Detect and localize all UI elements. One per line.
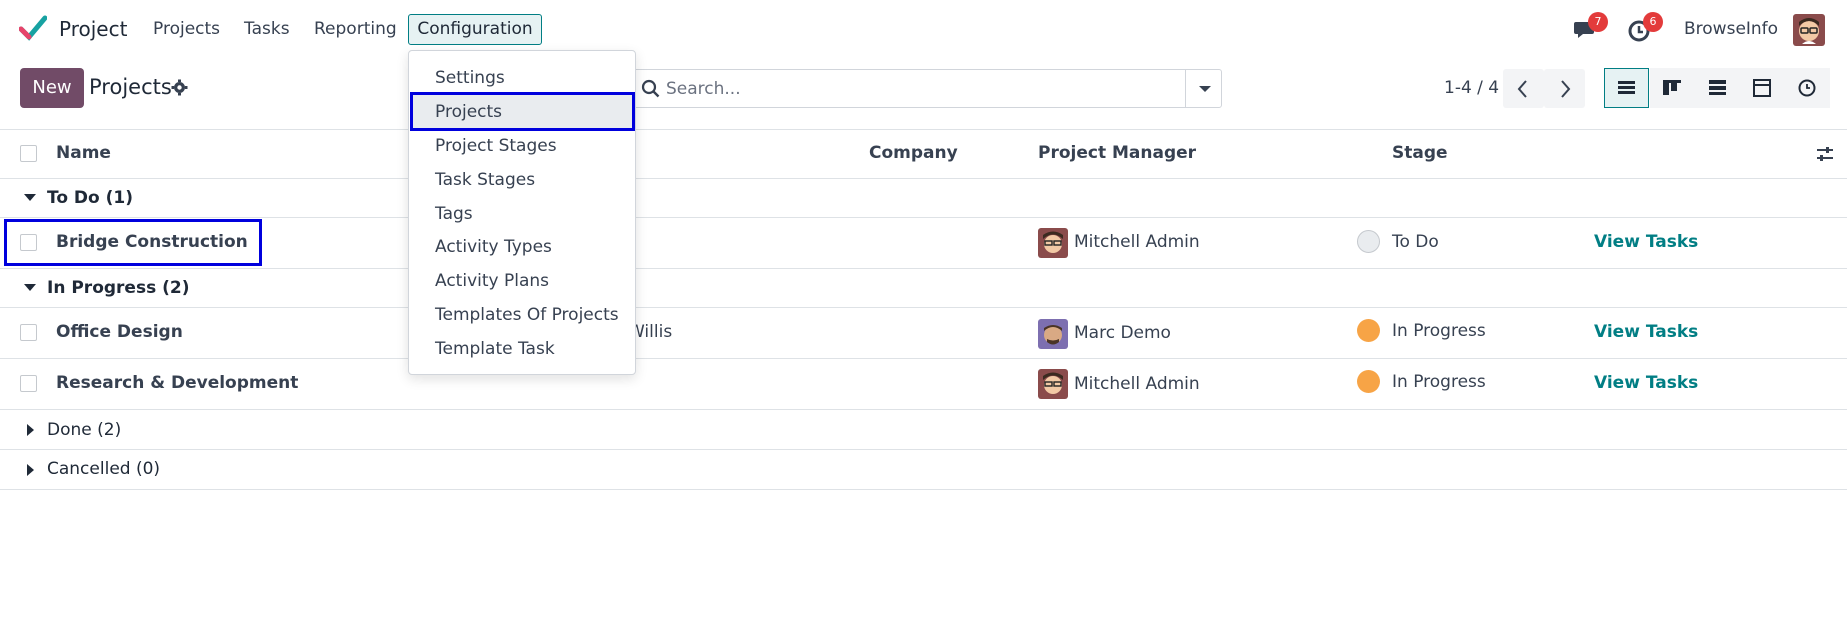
chevron-left-icon	[1517, 80, 1527, 98]
menu-item-project-stages[interactable]: Project Stages	[435, 136, 557, 156]
stage-label: In Progress	[1392, 321, 1486, 341]
caret-down-icon	[1199, 86, 1211, 92]
group-label: Cancelled (0)	[47, 459, 161, 479]
pager-previous-button[interactable]	[1503, 69, 1544, 108]
group-label: To Do (1)	[47, 188, 134, 208]
list-view-button[interactable]	[1604, 68, 1649, 108]
search-icon	[641, 79, 660, 98]
kanban-view-button[interactable]	[1650, 68, 1695, 108]
project-app-icon[interactable]	[19, 15, 47, 41]
project-manager: Mitchell Admin	[1074, 232, 1200, 252]
user-avatar[interactable]	[1793, 14, 1825, 46]
table-row[interactable]: Research & Development Mitchell Admin In…	[0, 359, 1847, 410]
pager-next-button[interactable]	[1544, 69, 1585, 108]
calendar-icon	[1753, 79, 1771, 97]
column-company[interactable]: Company	[869, 143, 958, 163]
column-name[interactable]: Name	[56, 143, 111, 163]
group-label: In Progress (2)	[47, 278, 190, 298]
stage-color-dot[interactable]	[1357, 370, 1380, 393]
column-project-manager[interactable]: Project Manager	[1038, 143, 1196, 163]
calendar-view-button[interactable]	[1740, 68, 1785, 108]
project-name: Research & Development	[56, 373, 299, 393]
stage-label: In Progress	[1392, 372, 1486, 392]
stage-color-dot[interactable]	[1357, 319, 1380, 342]
avatar	[1038, 369, 1068, 399]
menu-item-activity-plans[interactable]: Activity Plans	[435, 271, 549, 291]
stage-label: To Do	[1392, 232, 1439, 252]
project-manager: Marc Demo	[1074, 323, 1171, 343]
group-row-in-progress[interactable]: In Progress (2)	[0, 269, 1847, 308]
group-row-cancelled[interactable]: Cancelled (0)	[0, 450, 1847, 490]
table-row[interactable]: Office Design Willis Marc Demo In Progre…	[0, 308, 1847, 359]
highlight-box	[4, 219, 262, 266]
avatar	[1038, 319, 1068, 349]
app-name[interactable]: Project	[59, 17, 127, 41]
clock-icon	[1798, 79, 1816, 97]
new-button[interactable]: New	[20, 68, 84, 108]
avatar	[1038, 228, 1068, 258]
menu-configuration[interactable]: Configuration	[408, 14, 542, 45]
group-label: Done (2)	[47, 420, 122, 440]
menu-item-template-task[interactable]: Template Task	[435, 339, 555, 359]
caret-right-icon	[27, 424, 34, 436]
table-row[interactable]: Bridge Construction Mitchell Admin To Do…	[0, 218, 1847, 269]
menu-item-activity-types[interactable]: Activity Types	[435, 237, 552, 257]
search-options-toggle[interactable]	[1185, 69, 1222, 108]
menu-reporting[interactable]: Reporting	[314, 19, 397, 39]
company-switcher[interactable]: BrowseInfo	[1684, 19, 1778, 39]
select-all-checkbox[interactable]	[20, 145, 37, 162]
caret-down-icon	[24, 284, 36, 291]
pager-value[interactable]: 1-4 / 4	[1444, 78, 1499, 98]
highlight-box	[410, 92, 635, 131]
gantt-view-icon	[1709, 80, 1726, 95]
list-view-icon	[1618, 81, 1635, 94]
menu-projects[interactable]: Projects	[153, 19, 220, 39]
optional-columns-icon[interactable]	[1815, 144, 1835, 164]
kanban-view-icon	[1663, 80, 1681, 95]
menu-item-settings[interactable]: Settings	[435, 68, 505, 88]
gear-icon[interactable]	[171, 79, 188, 96]
activities-badge: 6	[1643, 12, 1663, 32]
group-row-todo[interactable]: To Do (1)	[0, 179, 1847, 218]
chevron-right-icon	[1561, 80, 1571, 98]
menu-item-task-stages[interactable]: Task Stages	[435, 170, 535, 190]
row-checkbox[interactable]	[20, 324, 37, 341]
group-row-done[interactable]: Done (2)	[0, 410, 1847, 450]
view-tasks-button[interactable]: View Tasks	[1594, 232, 1698, 252]
caret-right-icon	[27, 464, 34, 476]
search-input[interactable]	[666, 75, 1176, 102]
column-stage[interactable]: Stage	[1392, 143, 1448, 163]
row-checkbox[interactable]	[20, 375, 37, 392]
page-title: Projects	[89, 75, 172, 99]
project-manager: Mitchell Admin	[1074, 374, 1200, 394]
menu-tasks[interactable]: Tasks	[244, 19, 290, 39]
view-tasks-button[interactable]: View Tasks	[1594, 373, 1698, 393]
top-navbar: Project Projects Tasks Reporting Configu…	[0, 0, 1847, 58]
menu-item-templates-of-projects[interactable]: Templates Of Projects	[435, 305, 619, 325]
messages-badge: 7	[1588, 12, 1608, 32]
menu-item-tags[interactable]: Tags	[435, 204, 473, 224]
view-tasks-button[interactable]: View Tasks	[1594, 322, 1698, 342]
activity-view-button[interactable]	[1785, 68, 1830, 108]
caret-down-icon	[24, 194, 36, 201]
gantt-view-button[interactable]	[1695, 68, 1740, 108]
project-name: Office Design	[56, 322, 183, 342]
stage-color-dot[interactable]	[1357, 230, 1380, 253]
